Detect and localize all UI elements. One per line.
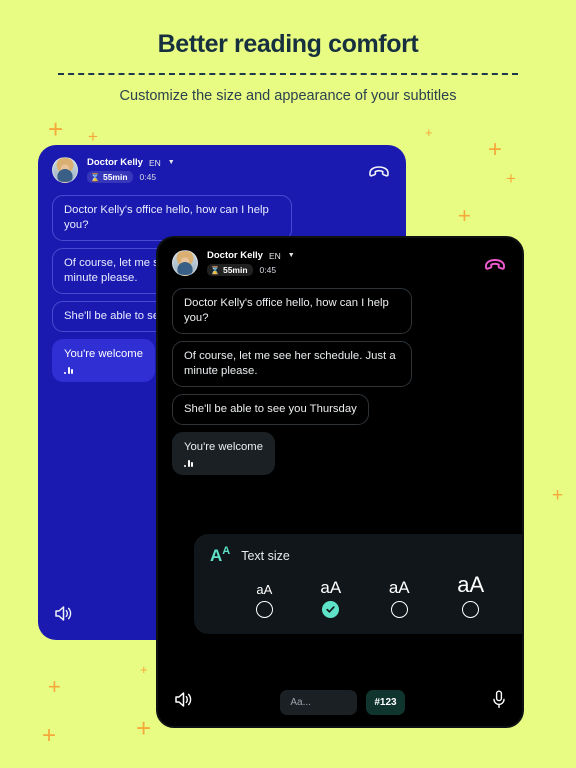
mic-icon[interactable]: [492, 690, 506, 714]
hourglass-icon: ⌛: [90, 172, 100, 182]
message-text: Of course, let me see her schedule. Just…: [184, 349, 396, 377]
avatar: [172, 250, 198, 276]
message-bubble: You're welcome: [52, 338, 155, 383]
message-text: You're welcome: [64, 347, 143, 360]
language-label[interactable]: EN: [269, 251, 281, 261]
call-duration-value: 55min: [102, 172, 128, 182]
radio-unselected-icon[interactable]: [255, 601, 273, 618]
audio-waveform-icon: [64, 366, 143, 375]
call-header-blue: Doctor Kelly EN ▼ ⌛ 55min 0:45: [38, 145, 406, 189]
radio-unselected-icon[interactable]: [462, 601, 480, 618]
text-size-option-label: aA: [320, 578, 342, 597]
call-duration-pill: ⌛ 55min: [207, 264, 253, 276]
avatar: [52, 157, 78, 183]
call-duration-value: 55min: [222, 265, 248, 275]
title-divider: [58, 73, 518, 75]
message-bubble: Of course, let me see her schedule. Just…: [172, 340, 412, 387]
numbers-button[interactable]: #123: [366, 689, 405, 715]
plus-mark-icon: +: [140, 662, 148, 677]
message-text: You're welcome: [184, 440, 263, 453]
text-size-option-4[interactable]: aA: [457, 574, 484, 618]
radio-unselected-icon[interactable]: [390, 601, 408, 618]
page-header: Better reading comfort Customize the siz…: [0, 0, 576, 104]
text-size-panel: AA Text size aA aA aA aA: [194, 534, 522, 634]
chevron-down-icon[interactable]: ▼: [288, 252, 295, 259]
radio-selected-check-icon[interactable]: [322, 601, 340, 618]
caller-name: Doctor Kelly: [87, 157, 143, 168]
page-subtitle: Customize the size and appearance of you…: [119, 88, 457, 104]
plus-mark-icon: +: [458, 203, 471, 228]
bottom-bar-dark: Aa... #123: [158, 678, 522, 726]
text-size-option-1[interactable]: aA: [255, 582, 273, 618]
text-size-header: AA Text size: [210, 545, 522, 565]
plus-mark-icon: +: [488, 136, 503, 163]
message-bubble: She'll be able to see you Thursday: [172, 393, 369, 425]
text-size-option-2[interactable]: aA: [320, 579, 341, 618]
message-bubble: Doctor Kelly's office hello, how can I h…: [52, 195, 292, 241]
text-size-option-label: aA: [457, 572, 485, 597]
message-text: She'll be able to see you Thursday: [184, 402, 357, 415]
text-input[interactable]: Aa...: [280, 689, 358, 715]
audio-waveform-icon: [184, 459, 263, 468]
plus-mark-icon: +: [48, 114, 64, 144]
phone-preview-large-text: Doctor Kelly EN ▼ ⌛ 55min 0:45 Doctor Ke…: [156, 236, 524, 728]
plus-mark-icon: +: [42, 722, 57, 749]
text-size-options: aA aA aA aA: [210, 574, 522, 618]
call-header-dark: Doctor Kelly EN ▼ ⌛ 55min 0:45: [158, 238, 522, 282]
plus-mark-icon: +: [552, 485, 564, 506]
message-text: Doctor Kelly's office hello, how can I h…: [64, 204, 269, 231]
plus-mark-icon: +: [506, 169, 516, 188]
text-size-option-label: aA: [256, 582, 273, 597]
message-bubble: Doctor Kelly's office hello, how can I h…: [172, 288, 412, 334]
hangup-icon[interactable]: [368, 163, 390, 177]
message-text: Doctor Kelly's office hello, how can I h…: [184, 297, 389, 324]
plus-mark-icon: +: [48, 674, 61, 699]
message-bubble: You're welcome: [172, 431, 275, 476]
text-size-option-label: aA: [388, 578, 410, 597]
hangup-icon[interactable]: [484, 256, 506, 270]
page-title: Better reading comfort: [157, 30, 419, 58]
speaker-icon[interactable]: [54, 605, 73, 627]
plus-mark-icon: +: [88, 127, 98, 146]
text-size-aa-icon: AA: [210, 545, 231, 565]
plus-mark-icon: +: [425, 125, 433, 140]
chevron-down-icon[interactable]: ▼: [168, 159, 175, 166]
call-elapsed-time: 0:45: [139, 172, 157, 182]
language-label[interactable]: EN: [149, 158, 161, 168]
call-elapsed-time: 0:45: [259, 265, 277, 275]
text-size-label: Text size: [241, 548, 290, 563]
caller-name: Doctor Kelly: [207, 250, 263, 261]
text-size-option-3[interactable]: aA: [389, 579, 410, 618]
call-duration-pill: ⌛ 55min: [87, 171, 133, 183]
speaker-icon[interactable]: [174, 691, 193, 713]
plus-mark-icon: +: [136, 713, 152, 743]
hourglass-icon: ⌛: [210, 265, 220, 275]
message-list-dark: Doctor Kelly's office hello, how can I h…: [158, 282, 522, 476]
